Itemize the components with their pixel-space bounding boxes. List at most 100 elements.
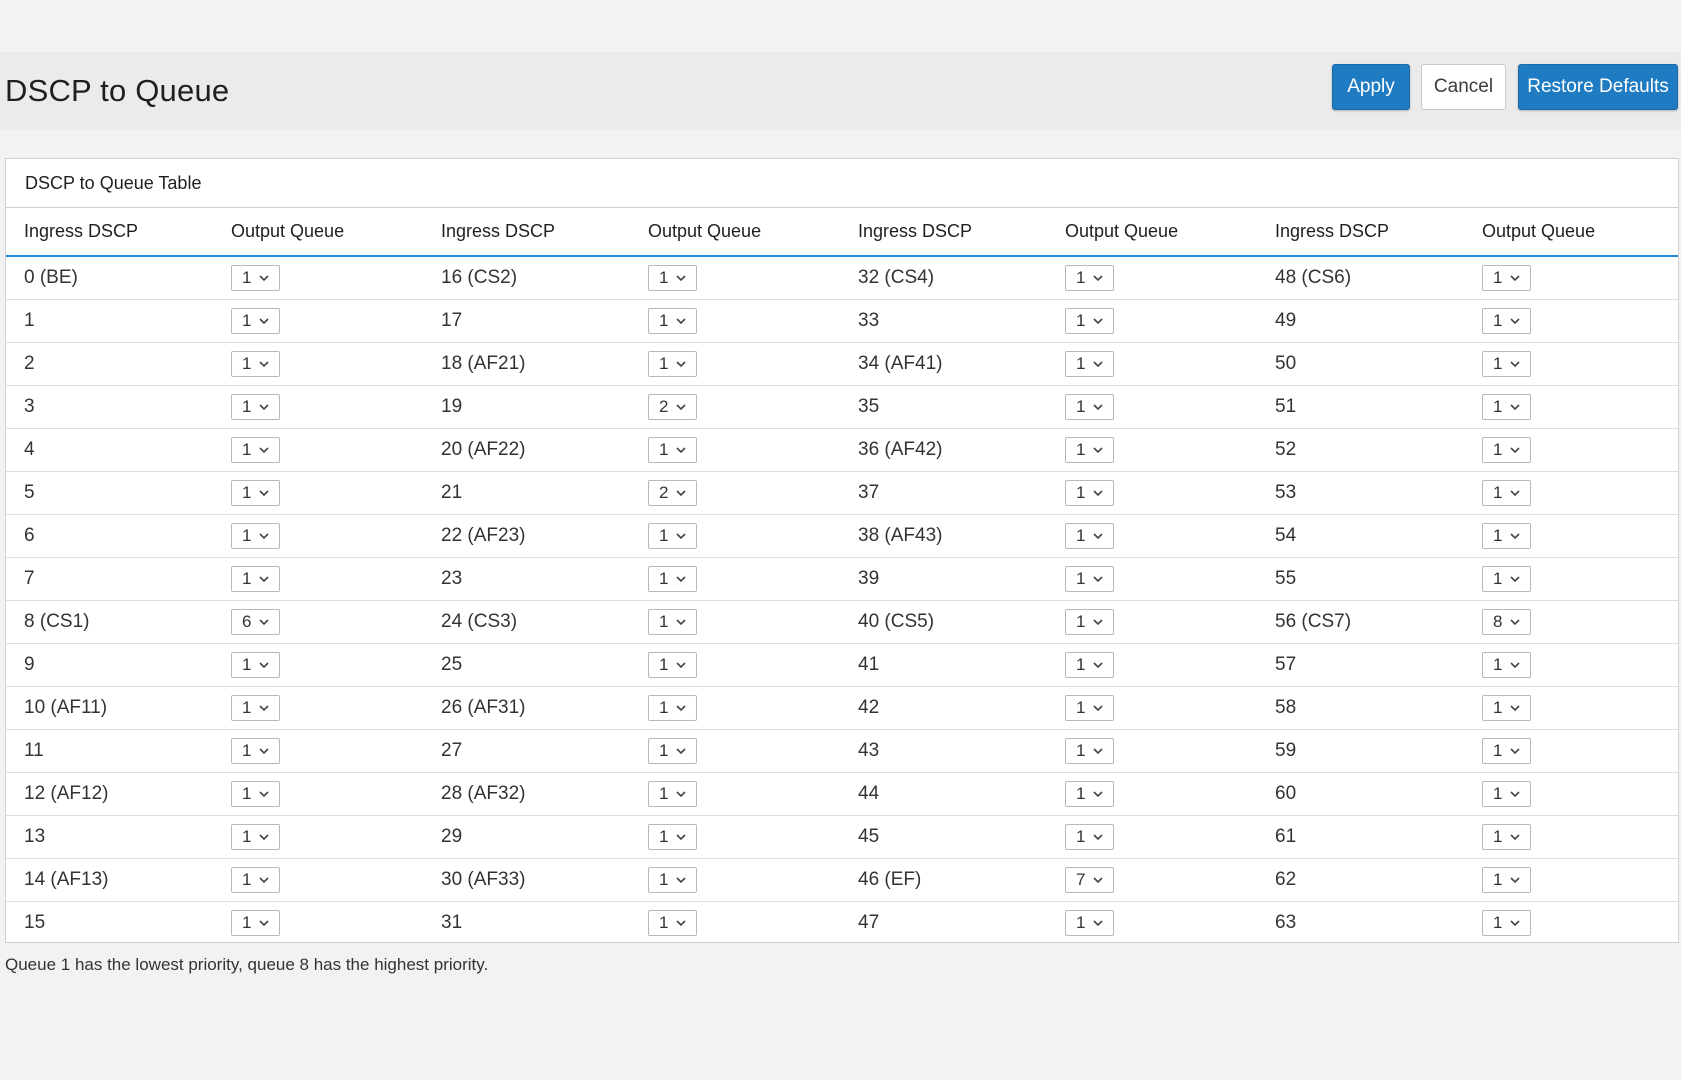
output-queue-select[interactable]: 1 [648, 307, 697, 334]
output-queue-select[interactable]: 1 [648, 565, 697, 592]
output-queue-select[interactable]: 1 [1482, 694, 1531, 721]
output-queue-select[interactable]: 1 [1482, 909, 1531, 936]
output-queue-cell: 8 [1464, 600, 1678, 644]
output-queue-select[interactable]: 1 [1482, 522, 1531, 549]
ingress-dscp-cell: 48 (CS6) [1257, 256, 1464, 300]
output-queue-select[interactable]: 1 [231, 522, 280, 549]
output-queue-select[interactable]: 1 [648, 823, 697, 850]
output-queue-select[interactable]: 1 [231, 350, 280, 377]
output-queue-select[interactable]: 1 [1482, 780, 1531, 807]
output-queue-select[interactable]: 1 [1065, 780, 1114, 807]
chevron-down-icon [1093, 446, 1103, 453]
output-queue-value: 1 [242, 740, 252, 760]
output-queue-select[interactable]: 1 [648, 436, 697, 463]
output-queue-select[interactable]: 1 [231, 264, 280, 291]
output-queue-select[interactable]: 1 [648, 608, 697, 635]
table-row: 8 (CS1) 6 24 (CS3) 1 40 (CS5) 1 56 (CS7) 8 [6, 600, 1678, 644]
output-queue-select[interactable]: 1 [1482, 436, 1531, 463]
cancel-button[interactable]: Cancel [1421, 64, 1506, 110]
ingress-dscp-cell: 53 [1257, 471, 1464, 515]
output-queue-select[interactable]: 1 [1065, 264, 1114, 291]
chevron-down-icon [1093, 575, 1103, 582]
chevron-down-icon [259, 747, 269, 754]
column-header-ingress-dscp: Ingress DSCP [1257, 208, 1464, 257]
output-queue-select[interactable]: 1 [1065, 737, 1114, 764]
output-queue-select[interactable]: 1 [1065, 436, 1114, 463]
output-queue-select[interactable]: 1 [1482, 307, 1531, 334]
table-row: 1 1 17 1 33 1 49 1 [6, 299, 1678, 343]
output-queue-select[interactable]: 8 [1482, 608, 1531, 635]
output-queue-cell: 1 [1464, 514, 1678, 558]
output-queue-value: 1 [1493, 310, 1503, 330]
output-queue-select[interactable]: 1 [231, 694, 280, 721]
table-row: 2 1 18 (AF21) 1 34 (AF41) 1 50 1 [6, 342, 1678, 386]
ingress-dscp-cell: 56 (CS7) [1257, 600, 1464, 644]
output-queue-select[interactable]: 1 [1065, 522, 1114, 549]
output-queue-select[interactable]: 1 [1482, 479, 1531, 506]
ingress-dscp-cell: 28 (AF32) [423, 772, 630, 816]
output-queue-select[interactable]: 1 [231, 393, 280, 420]
column-header-output-queue: Output Queue [213, 208, 423, 257]
output-queue-value: 1 [242, 482, 252, 502]
output-queue-select[interactable]: 1 [231, 436, 280, 463]
ingress-dscp-cell: 17 [423, 299, 630, 343]
output-queue-select[interactable]: 1 [1482, 264, 1531, 291]
output-queue-value: 1 [1493, 912, 1503, 932]
output-queue-select[interactable]: 1 [1065, 694, 1114, 721]
output-queue-select[interactable]: 1 [1482, 651, 1531, 678]
output-queue-select[interactable]: 1 [231, 565, 280, 592]
output-queue-select[interactable]: 2 [648, 479, 697, 506]
output-queue-value: 1 [242, 912, 252, 932]
table-row: 4 1 20 (AF22) 1 36 (AF42) 1 52 1 [6, 428, 1678, 472]
output-queue-select[interactable]: 1 [1482, 393, 1531, 420]
output-queue-select[interactable]: 1 [231, 866, 280, 893]
output-queue-select[interactable]: 7 [1065, 866, 1114, 893]
output-queue-select[interactable]: 1 [1065, 565, 1114, 592]
output-queue-select[interactable]: 1 [1065, 307, 1114, 334]
output-queue-select[interactable]: 1 [648, 694, 697, 721]
apply-button[interactable]: Apply [1332, 64, 1410, 110]
output-queue-select[interactable]: 1 [648, 909, 697, 936]
output-queue-select[interactable]: 1 [1482, 350, 1531, 377]
output-queue-select[interactable]: 1 [648, 522, 697, 549]
output-queue-select[interactable]: 1 [1482, 823, 1531, 850]
output-queue-select[interactable]: 1 [1065, 909, 1114, 936]
output-queue-select[interactable]: 1 [648, 780, 697, 807]
ingress-dscp-cell: 41 [840, 643, 1047, 687]
output-queue-select[interactable]: 1 [1482, 565, 1531, 592]
ingress-dscp-cell: 5 [6, 471, 213, 515]
output-queue-select[interactable]: 1 [1482, 866, 1531, 893]
table-row: 3 1 19 2 35 1 51 1 [6, 385, 1678, 429]
output-queue-select[interactable]: 1 [231, 307, 280, 334]
chevron-down-icon [676, 661, 686, 668]
output-queue-select[interactable]: 2 [648, 393, 697, 420]
restore-defaults-button[interactable]: Restore Defaults [1518, 64, 1678, 110]
output-queue-select[interactable]: 1 [231, 909, 280, 936]
ingress-dscp-cell: 27 [423, 729, 630, 773]
output-queue-select[interactable]: 1 [231, 737, 280, 764]
output-queue-select[interactable]: 1 [648, 651, 697, 678]
output-queue-select[interactable]: 1 [1065, 823, 1114, 850]
output-queue-select[interactable]: 1 [648, 737, 697, 764]
output-queue-select[interactable]: 6 [231, 608, 280, 635]
output-queue-select[interactable]: 1 [231, 780, 280, 807]
chevron-down-icon [676, 618, 686, 625]
output-queue-select[interactable]: 1 [231, 823, 280, 850]
output-queue-select[interactable]: 1 [231, 479, 280, 506]
output-queue-select[interactable]: 1 [1065, 393, 1114, 420]
output-queue-select[interactable]: 1 [1065, 479, 1114, 506]
output-queue-select[interactable]: 1 [648, 350, 697, 377]
output-queue-select[interactable]: 1 [1065, 350, 1114, 377]
output-queue-cell: 1 [1047, 514, 1257, 558]
output-queue-select[interactable]: 1 [1065, 608, 1114, 635]
output-queue-select[interactable]: 1 [648, 866, 697, 893]
output-queue-select[interactable]: 1 [1065, 651, 1114, 678]
output-queue-value: 1 [1493, 869, 1503, 889]
output-queue-select[interactable]: 1 [648, 264, 697, 291]
output-queue-value: 1 [1493, 267, 1503, 287]
output-queue-select[interactable]: 1 [1482, 737, 1531, 764]
output-queue-cell: 1 [213, 901, 423, 944]
chevron-down-icon [676, 317, 686, 324]
output-queue-select[interactable]: 1 [231, 651, 280, 678]
chevron-down-icon [1093, 876, 1103, 883]
